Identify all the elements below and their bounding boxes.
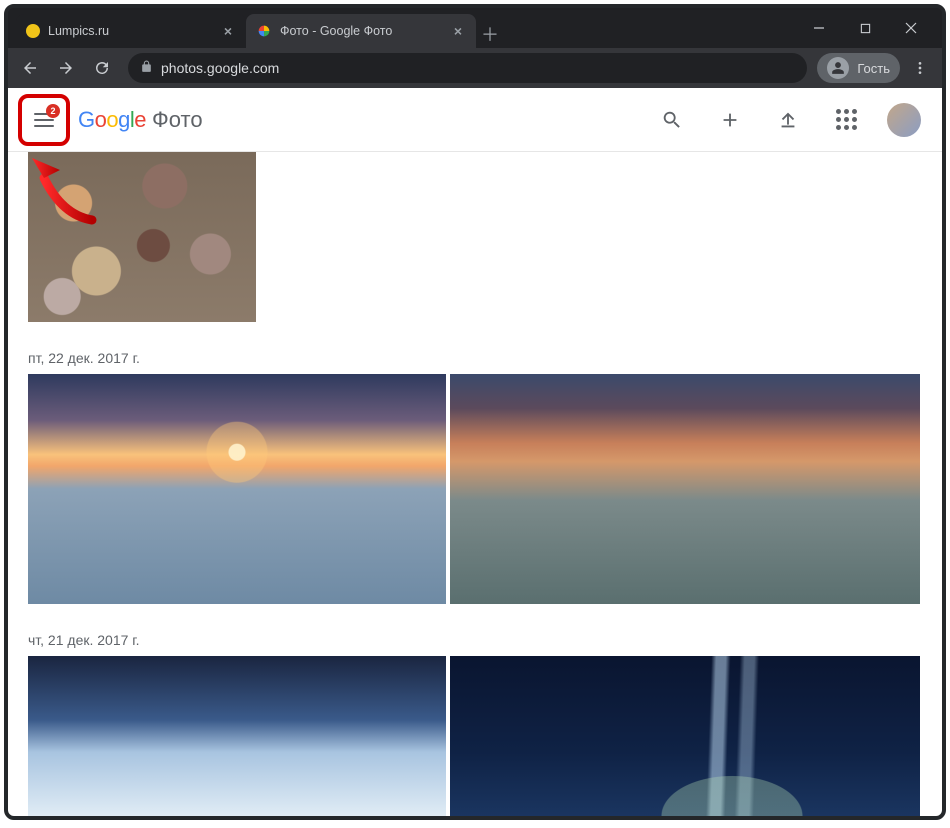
lock-icon bbox=[140, 60, 153, 76]
date-heading: пт, 22 дек. 2017 г. bbox=[28, 338, 922, 374]
tab-title: Lumpics.ru bbox=[48, 24, 212, 38]
url-text: photos.google.com bbox=[161, 60, 279, 76]
page-content: 2 Google Фото bbox=[8, 88, 942, 816]
photo-thumbnail[interactable] bbox=[28, 374, 446, 604]
app-logo[interactable]: Google Фото bbox=[78, 107, 203, 133]
upload-icon bbox=[777, 109, 799, 131]
guest-avatar-icon bbox=[827, 57, 849, 79]
minimize-button[interactable] bbox=[796, 12, 842, 44]
main-menu-button[interactable]: 2 bbox=[24, 100, 64, 140]
app-header: 2 Google Фото bbox=[8, 88, 942, 152]
photo-section: пт, 22 дек. 2017 г. bbox=[8, 338, 942, 620]
search-button[interactable] bbox=[650, 98, 694, 142]
google-apps-button[interactable] bbox=[824, 98, 868, 142]
guest-label: Гость bbox=[857, 61, 890, 76]
google-wordmark: Google bbox=[78, 107, 146, 133]
account-avatar[interactable] bbox=[882, 98, 926, 142]
upload-button[interactable] bbox=[766, 98, 810, 142]
plus-icon bbox=[719, 109, 741, 131]
create-button[interactable] bbox=[708, 98, 752, 142]
titlebar: Lumpics.ru × Фото - Google Фото × ＋ bbox=[8, 8, 942, 48]
url-box[interactable]: photos.google.com bbox=[128, 53, 807, 83]
favicon-google-photos bbox=[256, 23, 272, 39]
close-tab-icon[interactable]: × bbox=[450, 23, 466, 39]
photo-thumbnail[interactable] bbox=[28, 152, 256, 322]
address-bar: photos.google.com Гость bbox=[8, 48, 942, 88]
back-button[interactable] bbox=[14, 52, 46, 84]
tab-title: Фото - Google Фото bbox=[280, 24, 442, 38]
browser-menu-button[interactable] bbox=[904, 52, 936, 84]
photo-thumbnail[interactable] bbox=[28, 656, 446, 816]
apps-grid-icon bbox=[836, 109, 857, 130]
tab-google-photos[interactable]: Фото - Google Фото × bbox=[246, 14, 476, 48]
date-heading: чт, 21 дек. 2017 г. bbox=[28, 620, 922, 656]
photo-section bbox=[8, 152, 942, 338]
browser-window: Lumpics.ru × Фото - Google Фото × ＋ bbox=[4, 4, 946, 820]
reload-button[interactable] bbox=[86, 52, 118, 84]
photo-stream[interactable]: пт, 22 дек. 2017 г. чт, 21 дек. 2017 г. bbox=[8, 152, 942, 816]
close-window-button[interactable] bbox=[888, 12, 934, 44]
close-tab-icon[interactable]: × bbox=[220, 23, 236, 39]
photo-thumbnail[interactable] bbox=[450, 656, 920, 816]
new-tab-button[interactable]: ＋ bbox=[476, 20, 504, 48]
window-controls bbox=[796, 8, 934, 48]
notification-badge: 2 bbox=[46, 104, 60, 118]
avatar-icon bbox=[887, 103, 921, 137]
product-name: Фото bbox=[152, 107, 203, 133]
search-icon bbox=[661, 109, 683, 131]
photo-section: чт, 21 дек. 2017 г. bbox=[8, 620, 942, 816]
maximize-button[interactable] bbox=[842, 12, 888, 44]
tab-strip: Lumpics.ru × Фото - Google Фото × ＋ bbox=[16, 8, 796, 48]
profile-button[interactable]: Гость bbox=[817, 53, 900, 83]
tab-lumpics[interactable]: Lumpics.ru × bbox=[16, 14, 246, 48]
favicon-lumpics bbox=[26, 24, 40, 38]
photo-thumbnail[interactable] bbox=[450, 374, 920, 604]
forward-button[interactable] bbox=[50, 52, 82, 84]
